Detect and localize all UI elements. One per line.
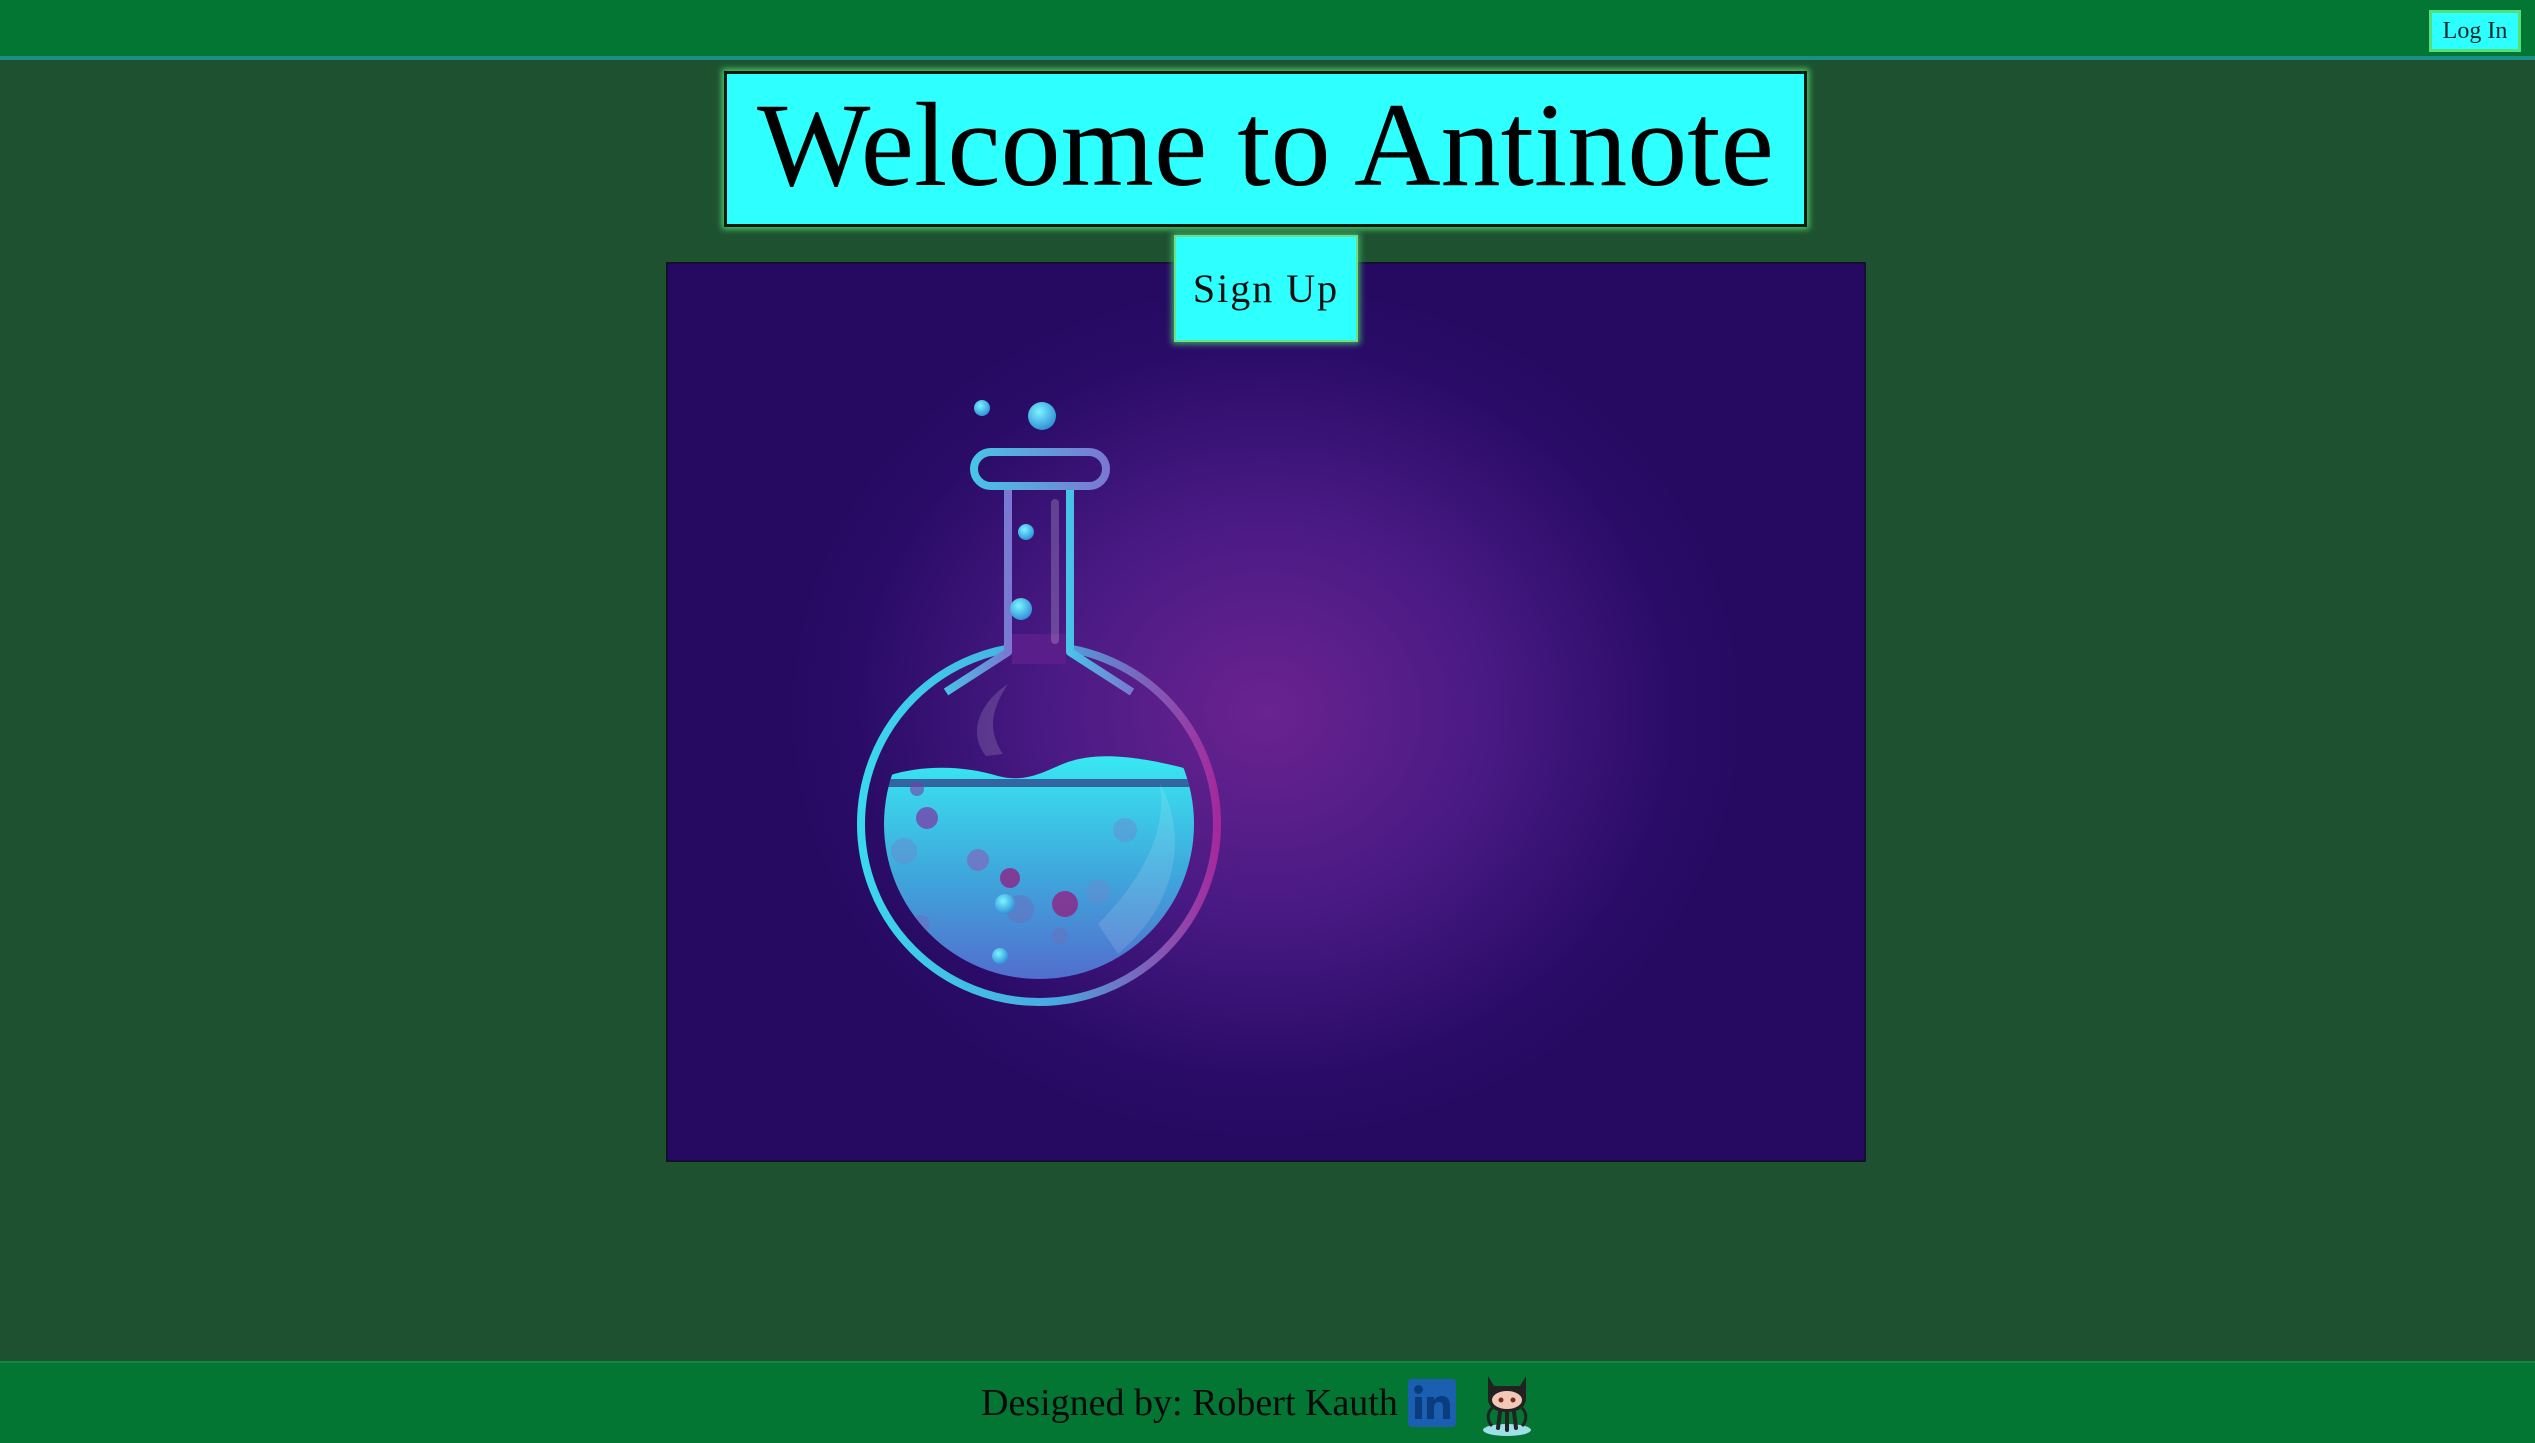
designer-credit: Designed by: Robert Kauth [981, 1382, 1398, 1424]
linkedin-icon[interactable] [1408, 1379, 1456, 1427]
flask-icon [857, 400, 1221, 1006]
signup-button[interactable]: Sign Up [1174, 235, 1358, 342]
footer-bar: Designed by: Robert Kauth [0, 1361, 2535, 1443]
page-title: Welcome to Antinote [757, 78, 1774, 211]
top-nav-bar: Log In [0, 0, 2535, 60]
title-banner: Welcome to Antinote [724, 71, 1807, 227]
github-octocat-icon[interactable] [1478, 1368, 1536, 1438]
login-button[interactable]: Log In [2429, 10, 2521, 52]
hero-image [666, 262, 1866, 1162]
